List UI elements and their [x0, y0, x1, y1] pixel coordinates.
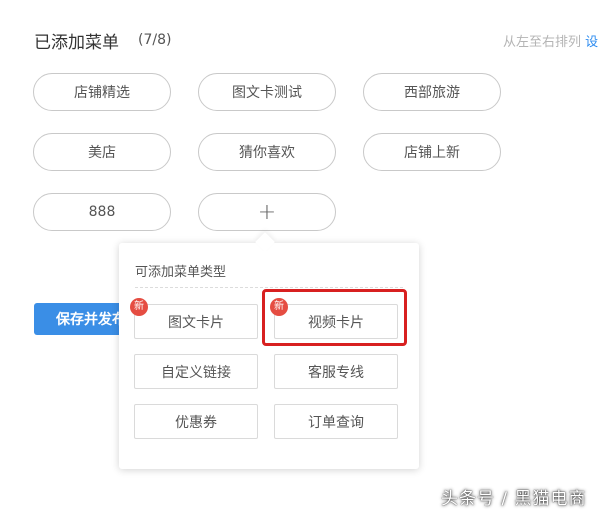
option-label: 客服专线 [308, 364, 364, 381]
option-order-query[interactable]: 订单查询 [274, 404, 398, 439]
order-hint-text: 从左至右排列 [503, 35, 582, 50]
settings-link[interactable]: 设 [585, 35, 598, 50]
option-video-card[interactable]: 新 视频卡片 [270, 298, 398, 339]
option-label: 图文卡片 [168, 314, 224, 331]
option-label: 优惠券 [175, 414, 217, 431]
save-publish-label: 保存并发布 [56, 312, 126, 328]
option-label: 自定义链接 [161, 364, 231, 381]
new-badge: 新 [270, 298, 288, 316]
option-service-line[interactable]: 客服专线 [274, 354, 398, 389]
add-menu-button[interactable]: + [198, 193, 336, 231]
menu-item-7[interactable]: 888 [33, 193, 171, 231]
new-badge: 新 [130, 298, 148, 316]
menu-item-3[interactable]: 西部旅游 [363, 73, 501, 111]
popover-divider [135, 287, 403, 288]
menu-item-5[interactable]: 猜你喜欢 [198, 133, 336, 171]
menu-item-4[interactable]: 美店 [33, 133, 171, 171]
option-custom-link[interactable]: 自定义链接 [134, 354, 258, 389]
option-label: 视频卡片 [308, 314, 364, 331]
section-title: 已添加菜单 [34, 33, 119, 53]
menu-item-1[interactable]: 店铺精选 [33, 73, 171, 111]
menu-item-2[interactable]: 图文卡测试 [198, 73, 336, 111]
menu-item-6[interactable]: 店铺上新 [363, 133, 501, 171]
option-image-card[interactable]: 新 图文卡片 [130, 298, 258, 339]
menu-type-popover: 可添加菜单类型 新 图文卡片 新 视频卡片 自定义链接 客服专线 优惠券 订单查… [119, 243, 419, 469]
option-coupon[interactable]: 优惠券 [134, 404, 258, 439]
option-label: 订单查询 [308, 414, 364, 431]
menu-count: (7/8) [138, 32, 172, 48]
popover-title: 可添加菜单类型 [135, 265, 227, 280]
watermark: 头条号 / 黑猫电商 [441, 489, 587, 509]
order-hint: 从左至右排列 设 [503, 31, 598, 50]
